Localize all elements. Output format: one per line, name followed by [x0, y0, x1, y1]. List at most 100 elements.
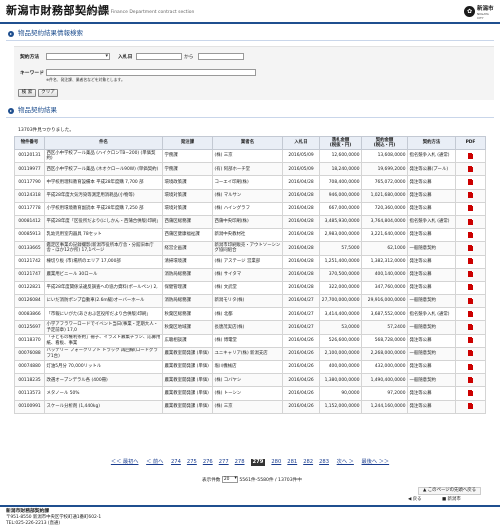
- pdf-icon[interactable]: [468, 205, 473, 212]
- item-name-cell[interactable]: 農業用ビニール 30ロール: [44, 267, 163, 282]
- table-cell: 発注等公募: [407, 280, 456, 296]
- item-name-cell[interactable]: 灯油5月分 70,000リットル: [44, 359, 163, 375]
- pdf-cell: [455, 307, 486, 322]
- item-name-cell[interactable]: 西区小中学校プール薬品 (ハイクロンTB−200) (単価契約): [44, 148, 163, 164]
- pdf-icon[interactable]: [468, 389, 473, 396]
- page-link[interactable]: 283: [319, 459, 329, 466]
- item-name-cell[interactable]: バッテリー フォークリフト トラック 再回線(ロードグラフ1台): [44, 346, 163, 362]
- pdf-icon[interactable]: [468, 363, 473, 370]
- table-cell: 29,916,000,0000: [361, 294, 408, 309]
- page-link[interactable]: 275: [187, 459, 197, 466]
- item-name-cell[interactable]: 乳幼児用室内器具 78セット: [44, 228, 163, 243]
- page-link[interactable]: 274: [171, 459, 181, 466]
- item-name-cell[interactable]: 小学アフラワーロードでイベント当日(事業・定期大人・予定前章) 17,0: [44, 320, 163, 335]
- header-bar: 新潟市財務部契約課 Niigata City Finance Departmen…: [0, 0, 500, 24]
- pager-last-link[interactable]: 最後へ ＞＞: [362, 459, 390, 466]
- pdf-icon[interactable]: [468, 231, 473, 238]
- pager-first-link[interactable]: ＜＜ 最初へ: [111, 459, 139, 466]
- item-name-cell[interactable]: 平成28年度「区役所だより(にしかん・西蒲合併版)印刷」: [44, 214, 163, 230]
- pdf-icon[interactable]: [468, 165, 473, 172]
- keyword-input[interactable]: [46, 69, 256, 76]
- table-cell: 00074880: [14, 359, 45, 375]
- table-row: 00076088 バッテリー フォークリフト トラック 再回線(ロードグラフ1台)…: [14, 346, 486, 362]
- table-header-row: 物件番号 件名 発注課 業者名 入札日 落札金額 (税抜・円) 契約金額 (税込・円) 契約方…: [14, 136, 486, 150]
- pdf-icon[interactable]: [468, 152, 473, 159]
- back-link[interactable]: ◀ 戻る: [404, 497, 426, 505]
- pager-next-link[interactable]: 次へ ＞: [337, 459, 354, 466]
- result-count: 13703件見つかりました。: [18, 128, 74, 133]
- per-page-select[interactable]: 20: [221, 476, 238, 483]
- pdf-icon[interactable]: [468, 337, 473, 344]
- table-cell: 発注等公募: [407, 399, 456, 414]
- bullet-arrow-icon: [8, 31, 14, 37]
- table-cell: 3,687,552,0000: [361, 307, 408, 322]
- page-link[interactable]: 282: [303, 459, 313, 466]
- item-name-cell[interactable]: にいだ消防ポンプ自動車(2.6m級)オーバーホール: [44, 294, 163, 309]
- table-cell: 一般随意契約: [407, 346, 456, 362]
- pdf-icon[interactable]: [468, 258, 473, 265]
- item-name-cell[interactable]: 鑑定区事業の記録撮影(新潟市役所本庁舎・分館旧本庁舎・ほか12か所) 17,1ペ…: [44, 241, 163, 256]
- pdf-cell: [455, 228, 486, 243]
- item-name-cell[interactable]: スケール分析剤 (1,440kg): [44, 399, 163, 414]
- page-link[interactable]: 278: [235, 459, 245, 466]
- column-header: 物件番号: [14, 136, 45, 150]
- search-button[interactable]: 検 索: [18, 89, 36, 97]
- pdf-icon[interactable]: [468, 297, 473, 304]
- date-from-input[interactable]: [136, 53, 182, 60]
- pdf-icon[interactable]: [468, 218, 473, 225]
- table-cell: 一般随意契約: [407, 241, 456, 256]
- page-link[interactable]: 277: [219, 459, 229, 466]
- city-name-en: NIIGATA CITY: [477, 12, 489, 20]
- home-link[interactable]: ■ 新潟市: [438, 497, 465, 505]
- pdf-icon[interactable]: [468, 376, 473, 383]
- pdf-icon[interactable]: [468, 178, 473, 185]
- page-link[interactable]: 281: [287, 459, 297, 466]
- pdf-icon[interactable]: [468, 192, 473, 199]
- item-name-cell[interactable]: 西区小中学校プール薬品 (ネオクロール90W) (単価契約): [44, 162, 163, 177]
- table-row: 00126084 にいだ消防ポンプ自動車(2.6m級)オーバーホール 消防局総務課新…: [14, 294, 486, 309]
- top-of-page-link[interactable]: ▲ このページの先頭へ戻る: [418, 487, 481, 495]
- pdf-icon[interactable]: [468, 310, 473, 317]
- table-cell: 2,268,000,0000: [361, 346, 408, 362]
- table-cell: 2,983,000,0000: [319, 228, 362, 243]
- pdf-icon[interactable]: [468, 244, 473, 251]
- table-cell: 00124318: [14, 188, 45, 203]
- item-name-cell[interactable]: 改選オープンデラル各 (400冊): [44, 373, 163, 388]
- clear-button[interactable]: クリア: [38, 89, 58, 97]
- pager-prev-link[interactable]: ＜ 前へ: [146, 459, 163, 466]
- pdf-icon[interactable]: [468, 350, 473, 357]
- table-cell: 農業教室開発課 (単価): [162, 399, 213, 414]
- item-name-cell[interactable]: 「市報にいがた(あさおぶ区役所だより合併版)印刷」: [44, 307, 163, 322]
- pdf-cell: [455, 241, 486, 256]
- pdf-cell: [455, 175, 486, 190]
- page-link[interactable]: 280: [271, 459, 281, 466]
- results-section-heading: 物品契約結果: [6, 106, 494, 118]
- item-name-cell[interactable]: メタノール 50%: [44, 386, 163, 401]
- table-cell: (株) コバヤシ: [212, 373, 283, 388]
- method-select[interactable]: [46, 53, 110, 60]
- table-cell: 00100991: [14, 399, 45, 414]
- item-name-cell[interactable]: 「子どもの権利条約」冊子、イラスト募集チラシ、応募用紙、看板、事業: [44, 333, 163, 348]
- pdf-cell: [455, 162, 486, 177]
- item-name-cell[interactable]: 棟切り板 (市)場所のエリア 17,000部: [44, 254, 163, 269]
- item-name-cell[interactable]: 平成28年度関係法違反調査への協力資料(ポールペン) 2,: [44, 280, 163, 296]
- page-link[interactable]: 279: [250, 459, 266, 466]
- pdf-icon[interactable]: [468, 403, 473, 410]
- page-link[interactable]: 276: [203, 459, 213, 466]
- date-to-input[interactable]: [198, 53, 244, 60]
- city-logo[interactable]: ✿ 新潟市 NIIGATA CITY: [464, 5, 494, 20]
- item-name-cell[interactable]: 平成28年度大気汚染等測定用消耗品(小物等): [44, 188, 163, 203]
- pdf-icon[interactable]: [468, 324, 473, 331]
- table-cell: 12,600,0000: [319, 148, 362, 164]
- pdf-cell: [455, 148, 486, 164]
- table-cell: 00117778: [14, 201, 45, 216]
- table-row: 00117778 小学校用環境教育副読本 平成28年度購 7,250 部環境対策課…: [14, 201, 486, 216]
- item-name-cell[interactable]: 中学校用理科教育設備本 平成28年度購 7,700 部: [44, 175, 163, 190]
- table-cell: 2016/04/26: [282, 346, 320, 362]
- pdf-icon[interactable]: [468, 284, 473, 291]
- item-name-cell[interactable]: 小学校用環境教育副読本 平成28年度購 7,250 部: [44, 201, 163, 216]
- pdf-icon[interactable]: [468, 271, 473, 278]
- table-cell: ユニキャリア(株) 新潟支店: [212, 346, 283, 362]
- table-cell: 00081412: [14, 214, 45, 230]
- table-cell: 19,699,2000: [361, 162, 408, 177]
